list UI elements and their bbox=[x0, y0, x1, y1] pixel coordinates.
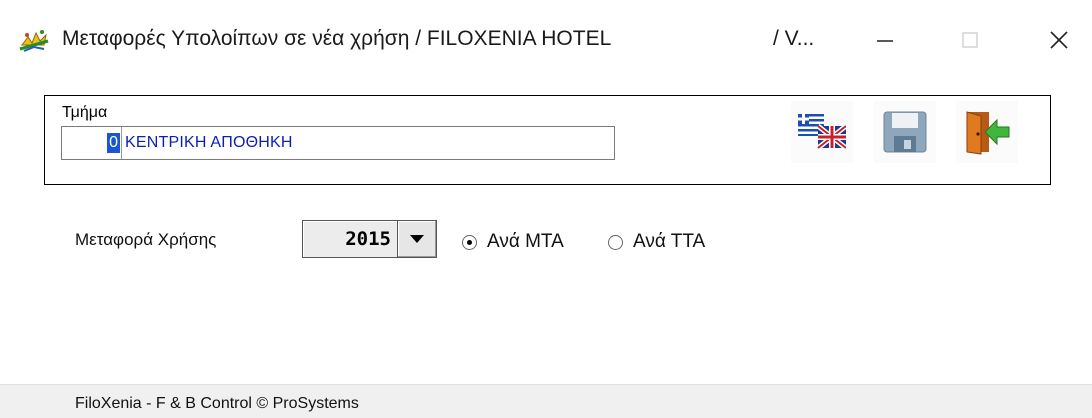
maximize-button[interactable] bbox=[947, 18, 993, 62]
door-exit-icon bbox=[966, 111, 1010, 155]
radio-tta-label: Ανά ΤΤΑ bbox=[633, 231, 706, 252]
floppy-save-icon bbox=[883, 111, 927, 153]
dropdown-arrow-icon bbox=[410, 235, 424, 243]
save-button[interactable] bbox=[874, 101, 936, 163]
window-title-suffix: / V... bbox=[773, 27, 815, 50]
year-label: Μεταφορά Χρήσης bbox=[75, 230, 217, 249]
exit-button[interactable] bbox=[956, 101, 1018, 163]
radio-mta-label: Ανά ΜΤΑ bbox=[487, 231, 564, 252]
minimize-button[interactable] bbox=[862, 18, 908, 62]
section-panel: Τμήμα 0 ΚΕΝΤΡΙΚΗ ΑΠΟΘΗΚΗ bbox=[44, 95, 1051, 185]
section-code-field[interactable]: 0 bbox=[62, 127, 122, 159]
close-button[interactable] bbox=[1036, 18, 1082, 62]
year-value: 2015 bbox=[345, 228, 391, 250]
window-title: Μεταφορές Υπολοίπων σε νέα χρήση / FILOX… bbox=[62, 27, 612, 50]
maximize-icon bbox=[962, 32, 978, 48]
minimize-icon bbox=[877, 40, 893, 42]
section-label: Τμήμα bbox=[62, 104, 108, 121]
year-dropdown-button[interactable] bbox=[397, 220, 437, 258]
radio-by-mta[interactable]: Ανά ΜΤΑ bbox=[462, 231, 564, 253]
radio-tta-dot[interactable] bbox=[608, 234, 623, 250]
flags-language-icon bbox=[798, 114, 846, 150]
year-select[interactable]: 2015 bbox=[302, 220, 397, 258]
section-code: 0 bbox=[107, 133, 120, 153]
status-bar: FiloXenia - F & B Control © ProSystems bbox=[0, 384, 1092, 418]
section-name: ΚΕΝΤΡΙΚΗ ΑΠΟΘΗΚΗ bbox=[125, 134, 293, 151]
language-button[interactable] bbox=[791, 101, 853, 163]
status-text: FiloXenia - F & B Control © ProSystems bbox=[75, 395, 359, 412]
radio-by-tta[interactable]: Ανά ΤΤΑ bbox=[608, 231, 705, 253]
close-icon bbox=[1050, 31, 1068, 49]
app-icon bbox=[18, 27, 52, 55]
radio-mta-dot[interactable] bbox=[462, 234, 477, 250]
section-field[interactable]: 0 ΚΕΝΤΡΙΚΗ ΑΠΟΘΗΚΗ bbox=[61, 126, 615, 160]
title-bar: Μεταφορές Υπολοίπων σε νέα χρήση / FILOX… bbox=[0, 0, 1092, 80]
